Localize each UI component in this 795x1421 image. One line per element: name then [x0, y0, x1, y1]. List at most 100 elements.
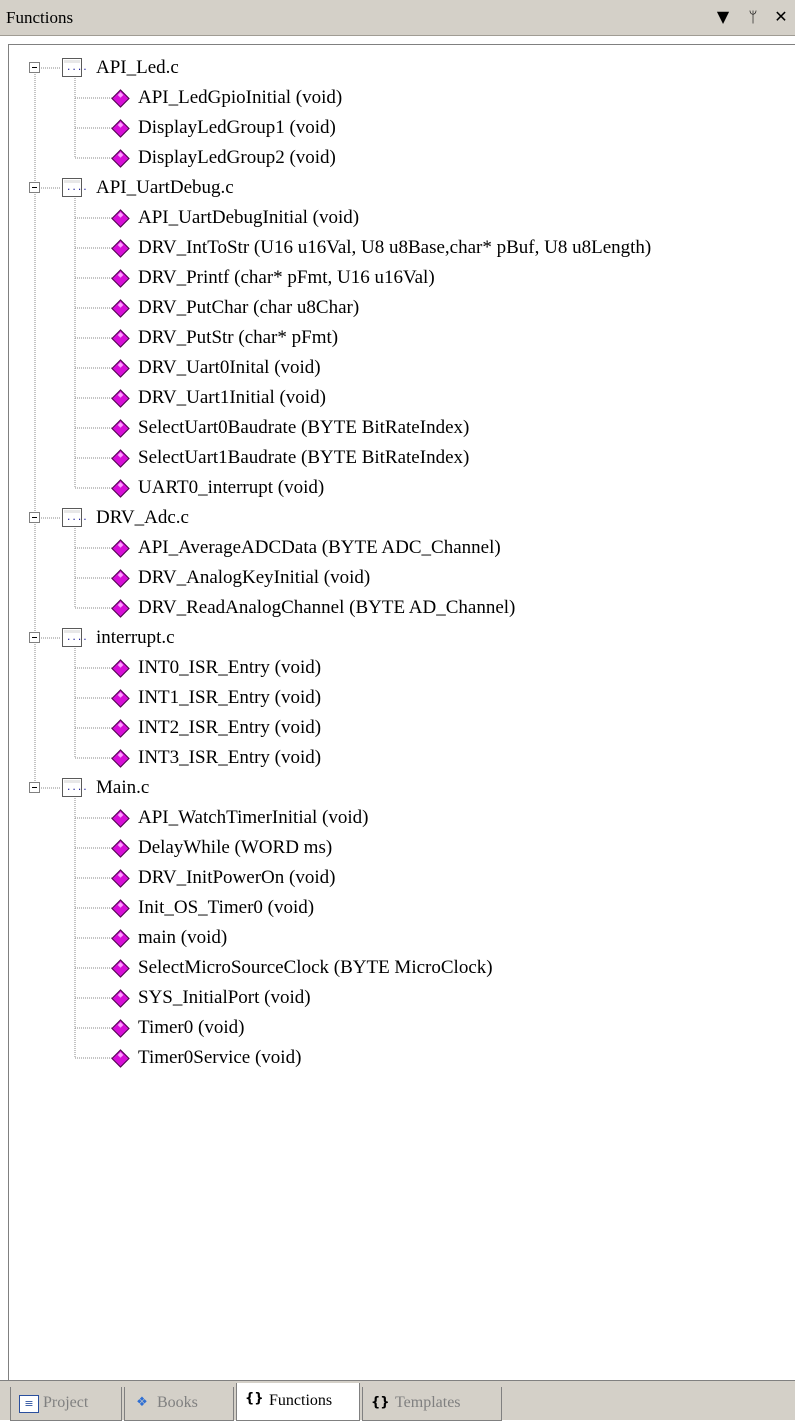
tab-books[interactable]: ❖ Books	[124, 1387, 234, 1421]
tree-function-node[interactable]: DRV_AnalogKeyInitial (void)	[0, 563, 795, 593]
tree-function-node[interactable]: DRV_PutStr (char* pFmt)	[0, 323, 795, 353]
tree-function-node[interactable]: SelectUart1Baudrate (BYTE BitRateIndex)	[0, 443, 795, 473]
source-file-icon	[62, 628, 88, 647]
tree-function-node[interactable]: main (void)	[0, 923, 795, 953]
tree-function-node[interactable]: DRV_PutChar (char u8Char)	[0, 293, 795, 323]
braces-icon: {}	[245, 1391, 264, 1406]
collapse-icon[interactable]	[29, 632, 40, 643]
tree-function-node[interactable]: Timer0Service (void)	[0, 1043, 795, 1073]
function-diamond-icon	[111, 449, 130, 468]
tree-function-node[interactable]: INT2_ISR_Entry (void)	[0, 713, 795, 743]
function-diamond-icon	[111, 419, 130, 438]
tree-function-node[interactable]: SYS_InitialPort (void)	[0, 983, 795, 1013]
function-diamond-icon	[111, 359, 130, 378]
panel-title-bar: Functions ▼ ᛘ ✕	[0, 0, 795, 36]
function-diamond-icon	[111, 749, 130, 768]
tree-function-node[interactable]: API_WatchTimerInitial (void)	[0, 803, 795, 833]
tree-function-node[interactable]: API_LedGpioInitial (void)	[0, 83, 795, 113]
function-diamond-icon	[111, 869, 130, 888]
function-signature-label: DRV_PutChar (char u8Char)	[138, 297, 360, 318]
pin-icon[interactable]: ᛘ	[742, 6, 764, 28]
function-diamond-icon	[111, 719, 130, 738]
function-diamond-icon	[111, 389, 130, 408]
collapse-icon[interactable]	[29, 782, 40, 793]
function-signature-label: API_LedGpioInitial (void)	[138, 87, 343, 108]
function-diamond-icon	[111, 149, 130, 168]
function-signature-label: INT0_ISR_Entry (void)	[138, 657, 322, 678]
function-signature-label: DRV_ReadAnalogChannel (BYTE AD_Channel)	[138, 597, 516, 618]
function-signature-label: API_UartDebugInitial (void)	[138, 207, 360, 228]
function-diamond-icon	[111, 1019, 130, 1038]
tab-functions[interactable]: {} Functions	[236, 1383, 360, 1421]
file-name-label: DRV_Adc.c	[96, 507, 189, 528]
function-signature-label: DRV_InitPowerOn (void)	[138, 867, 336, 888]
function-signature-label: DRV_Uart0Inital (void)	[138, 357, 321, 378]
tab-templates[interactable]: {} Templates	[362, 1387, 502, 1421]
tree-function-node[interactable]: DRV_IntToStr (U16 u16Val, U8 u8Base,char…	[0, 233, 795, 263]
tree-function-node[interactable]: UART0_interrupt (void)	[0, 473, 795, 503]
file-name-label: API_Led.c	[96, 57, 179, 78]
function-signature-label: DRV_IntToStr (U16 u16Val, U8 u8Base,char…	[138, 237, 652, 258]
tree-function-node[interactable]: INT1_ISR_Entry (void)	[0, 683, 795, 713]
tree-function-node[interactable]: Init_OS_Timer0 (void)	[0, 893, 795, 923]
tree-function-node[interactable]: SelectUart0Baudrate (BYTE BitRateIndex)	[0, 413, 795, 443]
tree-function-node[interactable]: SelectMicroSourceClock (BYTE MicroClock)	[0, 953, 795, 983]
tree-file-node[interactable]: DRV_Adc.c	[0, 503, 795, 533]
tab-project-label: Project	[43, 1394, 89, 1411]
function-signature-label: SelectUart0Baudrate (BYTE BitRateIndex)	[138, 417, 470, 438]
file-name-label: interrupt.c	[96, 627, 175, 648]
tree-function-node[interactable]: DRV_Printf (char* pFmt, U16 u16Val)	[0, 263, 795, 293]
function-signature-label: SelectUart1Baudrate (BYTE BitRateIndex)	[138, 447, 470, 468]
tree-function-node[interactable]: API_UartDebugInitial (void)	[0, 203, 795, 233]
tree-function-node[interactable]: Timer0 (void)	[0, 1013, 795, 1043]
source-file-icon	[62, 178, 88, 197]
function-diamond-icon	[111, 539, 130, 558]
tree-function-node[interactable]: API_AverageADCData (BYTE ADC_Channel)	[0, 533, 795, 563]
collapse-icon[interactable]	[29, 512, 40, 523]
tree-function-node[interactable]: DelayWhile (WORD ms)	[0, 833, 795, 863]
dropdown-arrow-icon[interactable]: ▼	[712, 6, 734, 28]
tree-function-node[interactable]: DRV_ReadAnalogChannel (BYTE AD_Channel)	[0, 593, 795, 623]
function-signature-label: DisplayLedGroup1 (void)	[138, 117, 336, 138]
function-signature-label: DRV_Printf (char* pFmt, U16 u16Val)	[138, 267, 435, 288]
file-name-label: Main.c	[96, 777, 150, 798]
function-diamond-icon	[111, 209, 130, 228]
tree-function-node[interactable]: INT3_ISR_Entry (void)	[0, 743, 795, 773]
function-diamond-icon	[111, 1049, 130, 1068]
function-diamond-icon	[111, 899, 130, 918]
function-signature-label: API_AverageADCData (BYTE ADC_Channel)	[138, 537, 501, 558]
tree-function-node[interactable]: DisplayLedGroup1 (void)	[0, 113, 795, 143]
function-signature-label: SelectMicroSourceClock (BYTE MicroClock)	[138, 957, 493, 978]
bottom-tab-strip: ≡ Project ❖ Books {} Functions {} Templa…	[0, 1380, 795, 1421]
function-signature-label: INT3_ISR_Entry (void)	[138, 747, 322, 768]
tree-function-node[interactable]: DRV_Uart1Initial (void)	[0, 383, 795, 413]
function-diamond-icon	[111, 89, 130, 108]
function-signature-label: DelayWhile (WORD ms)	[138, 837, 333, 858]
tree-function-node[interactable]: INT0_ISR_Entry (void)	[0, 653, 795, 683]
function-diamond-icon	[111, 239, 130, 258]
tree-function-node[interactable]: DRV_Uart0Inital (void)	[0, 353, 795, 383]
tree-function-node[interactable]: DRV_InitPowerOn (void)	[0, 863, 795, 893]
function-signature-label: DRV_AnalogKeyInitial (void)	[138, 567, 371, 588]
function-signature-label: API_WatchTimerInitial (void)	[138, 807, 369, 828]
function-diamond-icon	[111, 599, 130, 618]
function-diamond-icon	[111, 689, 130, 708]
function-signature-label: Init_OS_Timer0 (void)	[138, 897, 315, 918]
function-diamond-icon	[111, 269, 130, 288]
tree-file-node[interactable]: interrupt.c	[0, 623, 795, 653]
tree-file-node[interactable]: API_UartDebug.c	[0, 173, 795, 203]
tab-project[interactable]: ≡ Project	[10, 1387, 122, 1421]
close-icon[interactable]: ✕	[770, 6, 792, 28]
collapse-icon[interactable]	[29, 62, 40, 73]
function-signature-label: DRV_Uart1Initial (void)	[138, 387, 326, 408]
books-icon: ❖	[136, 1395, 148, 1410]
function-diamond-icon	[111, 299, 130, 318]
tree-file-node[interactable]: API_Led.c	[0, 53, 795, 83]
tree-function-node[interactable]: DisplayLedGroup2 (void)	[0, 143, 795, 173]
function-signature-label: Timer0Service (void)	[138, 1047, 302, 1068]
function-signature-label: UART0_interrupt (void)	[138, 477, 325, 498]
tree-file-node[interactable]: Main.c	[0, 773, 795, 803]
tab-books-label: Books	[157, 1394, 198, 1411]
collapse-icon[interactable]	[29, 182, 40, 193]
function-signature-label: INT1_ISR_Entry (void)	[138, 687, 322, 708]
